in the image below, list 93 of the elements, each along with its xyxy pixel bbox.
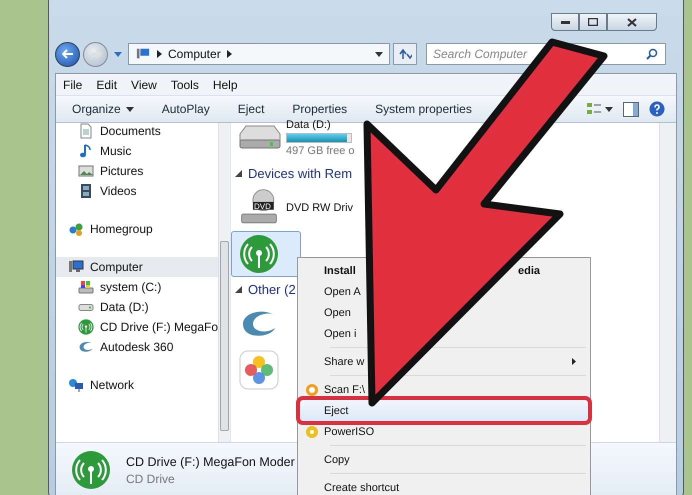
details-title: CD Drive (F:) MegaFon Moder: [126, 454, 295, 468]
network-icon: [68, 377, 84, 393]
antenna-signal-icon: [78, 319, 94, 335]
navigation-item[interactable]: Homegroup: [56, 219, 218, 239]
menu-item[interactable]: Tools: [170, 78, 199, 92]
menu-item[interactable]: File: [63, 78, 82, 92]
refresh-arrows-icon: [398, 48, 412, 60]
drive-name: Data (D:): [286, 119, 332, 131]
computer-icon: [68, 259, 84, 275]
item-label: Network: [90, 378, 134, 392]
minimize-button[interactable]: [551, 13, 579, 31]
disc-icon: [305, 424, 319, 438]
context-menu-item[interactable]: Open i: [324, 328, 356, 340]
chevron-icon: [226, 50, 232, 58]
context-menu-item[interactable]: PowerISO: [324, 426, 374, 438]
menu-item[interactable]: View: [131, 78, 157, 92]
item-label: CD Drive (F:) MegaFo: [100, 320, 218, 334]
film-icon: [78, 183, 94, 199]
device-tile[interactable]: [231, 231, 301, 277]
details-subtitle: CD Drive: [126, 472, 176, 486]
navigation-item[interactable]: Data (D:): [56, 297, 218, 317]
item-label: Autodesk 360: [100, 340, 174, 354]
dvd-label: DVD: [254, 202, 271, 211]
navigation-item[interactable]: CD Drive (F:) MegaFo: [56, 317, 218, 337]
menu-item[interactable]: Help: [212, 78, 238, 92]
toolbar-button[interactable]: System properties: [365, 99, 482, 119]
maximize-button[interactable]: [579, 13, 607, 31]
context-menu-item[interactable]: Share w: [324, 356, 364, 368]
navigation-item[interactable]: Network: [56, 375, 218, 395]
device-name: DVD RW Driv: [286, 202, 354, 214]
navigation-item[interactable]: Computer: [56, 257, 218, 277]
item-label: Computer: [90, 260, 143, 274]
forward-arrow-icon: [90, 49, 102, 59]
refresh-button[interactable]: [393, 43, 417, 65]
context-menu-item[interactable]: Open: [324, 306, 351, 318]
navigation-item[interactable]: Pictures: [56, 161, 218, 181]
navigation-item[interactable]: Videos: [56, 181, 218, 201]
context-menu-item[interactable]: Open A: [324, 286, 361, 298]
maximize-icon: [588, 18, 598, 26]
item-label: Pictures: [100, 164, 144, 178]
context-menu-item[interactable]: Scan F:\: [324, 384, 365, 396]
collapse-triangle-icon: [235, 286, 242, 292]
close-button[interactable]: [607, 13, 657, 31]
item-label: Music: [100, 144, 132, 158]
caret-icon: [375, 52, 383, 56]
item-label: Videos: [100, 184, 136, 198]
item-label: Data (D:): [100, 300, 149, 314]
computer-icon: [135, 47, 151, 61]
context-menu-item[interactable]: Copy: [324, 454, 350, 466]
hard-drive-icon: [78, 279, 94, 295]
item-label: system (C:): [100, 280, 162, 294]
toolbar-button[interactable]: AutoPlay: [152, 99, 220, 119]
navigation-item[interactable]: Autodesk 360: [56, 337, 218, 357]
minimize-icon: [560, 20, 570, 24]
close-icon: [627, 18, 637, 26]
toolbar-button[interactable]: Organize: [62, 99, 144, 119]
navigation-item[interactable]: Documents: [56, 123, 218, 141]
ring-icon: [305, 382, 319, 396]
caret-icon: [605, 106, 613, 112]
back-button[interactable]: [55, 42, 80, 66]
hard-drive-icon: [78, 304, 94, 310]
free-space-text: 497 GB free o: [286, 145, 354, 157]
back-arrow-icon: [62, 49, 74, 59]
search-icon: [646, 48, 658, 60]
menu-item-label: Eject: [324, 404, 348, 416]
navigation-item[interactable]: system (C:): [56, 277, 218, 297]
homegroup-icon: [68, 221, 84, 237]
scrollbar[interactable]: [659, 123, 676, 442]
chevron-icon: [157, 50, 162, 58]
context-menu-item[interactable]: Eject: [300, 400, 588, 421]
group-heading: Other (2: [248, 282, 296, 296]
collapse-triangle-icon: [235, 170, 242, 176]
item-label: Documents: [100, 124, 161, 138]
picture-icon: [78, 163, 94, 179]
device-tile[interactable]: DVD DVD RW Driv: [231, 185, 358, 231]
address-bar[interactable]: Computer: [128, 43, 390, 65]
breadcrumb[interactable]: Computer: [168, 47, 221, 61]
context-menu-item[interactable]: Create shortcut: [324, 482, 400, 494]
capacity-bar: [286, 133, 352, 143]
view-list-icon: [586, 102, 602, 116]
help-icon: [649, 101, 665, 117]
menu-item[interactable]: Edit: [96, 78, 118, 92]
scrollbar[interactable]: [218, 123, 230, 442]
caret-icon: [114, 52, 122, 56]
menu-item-label: edia: [518, 264, 540, 276]
navigation-item[interactable]: Music: [56, 141, 218, 161]
preview-pane-button[interactable]: [620, 100, 642, 118]
item-label: Homegroup: [90, 222, 153, 236]
scrollbar-thumb[interactable]: [220, 241, 229, 431]
context-menu-item[interactable]: Install: [324, 264, 356, 276]
group-heading: Devices with Rem: [248, 166, 352, 180]
document-icon: [78, 123, 94, 139]
pane-icon: [623, 102, 639, 116]
